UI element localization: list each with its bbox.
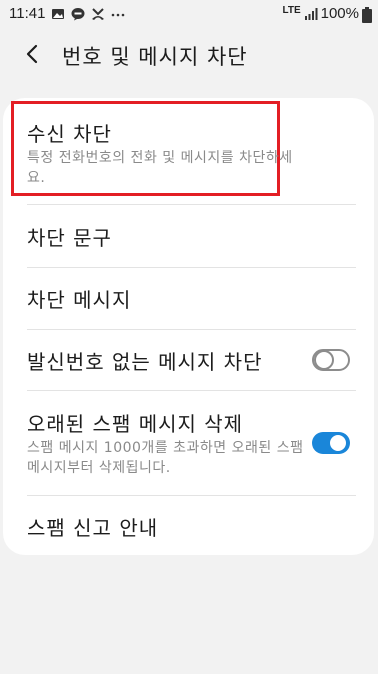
status-time: 11:41 bbox=[9, 5, 46, 22]
lte-icon: LTE bbox=[282, 5, 301, 16]
unknown-sender-toggle[interactable] bbox=[312, 349, 350, 371]
more-dots-icon bbox=[111, 7, 125, 21]
back-arrow-icon bbox=[24, 44, 40, 68]
setting-block-numbers[interactable]: 수신 차단 특정 전화번호의 전화 및 메시지를 차단하세요. bbox=[3, 98, 374, 204]
app-header: 번호 및 메시지 차단 bbox=[0, 32, 378, 80]
setting-title: 차단 문구 bbox=[27, 226, 112, 250]
battery-icon bbox=[362, 6, 372, 23]
gallery-icon bbox=[51, 7, 65, 21]
toggle-knob bbox=[328, 433, 348, 453]
setting-block-phrases[interactable]: 차단 문구 bbox=[3, 205, 374, 267]
status-bar: 11:41 LTE 100% bbox=[0, 0, 378, 28]
battery-percent: 100% bbox=[320, 5, 359, 22]
setting-title: 발신번호 없는 메시지 차단 bbox=[27, 350, 263, 374]
delete-old-spam-toggle[interactable] bbox=[312, 432, 350, 454]
status-left: 11:41 bbox=[9, 5, 125, 22]
setting-block-unknown-sender[interactable]: 발신번호 없는 메시지 차단 bbox=[3, 330, 374, 390]
setting-blocked-messages[interactable]: 차단 메시지 bbox=[3, 268, 374, 330]
setting-title: 수신 차단 bbox=[27, 122, 112, 146]
setting-title: 스팸 신고 안내 bbox=[27, 516, 159, 540]
settings-card: 수신 차단 특정 전화번호의 전화 및 메시지를 차단하세요. 차단 문구 차단… bbox=[3, 98, 374, 555]
back-button[interactable] bbox=[18, 42, 46, 70]
signal-icon bbox=[304, 7, 318, 21]
setting-spam-report-guide[interactable]: 스팸 신고 안내 bbox=[3, 496, 374, 555]
setting-subtitle: 특정 전화번호의 전화 및 메시지를 차단하세요. bbox=[27, 150, 293, 186]
page-title: 번호 및 메시지 차단 bbox=[62, 45, 248, 69]
setting-title: 오래된 스팸 메시지 삭제 bbox=[27, 412, 244, 436]
setting-delete-old-spam[interactable]: 오래된 스팸 메시지 삭제 스팸 메시지 1000개를 초과하면 오래된 스팸 … bbox=[3, 391, 374, 495]
setting-title: 차단 메시지 bbox=[27, 288, 132, 312]
missed-call-icon bbox=[91, 7, 105, 21]
status-right: LTE 100% bbox=[282, 5, 372, 23]
talk-icon bbox=[71, 7, 85, 21]
toggle-knob bbox=[314, 350, 334, 370]
setting-subtitle: 스팸 메시지 1000개를 초과하면 오래된 스팸 메시지부터 삭제됩니다. bbox=[27, 440, 304, 476]
